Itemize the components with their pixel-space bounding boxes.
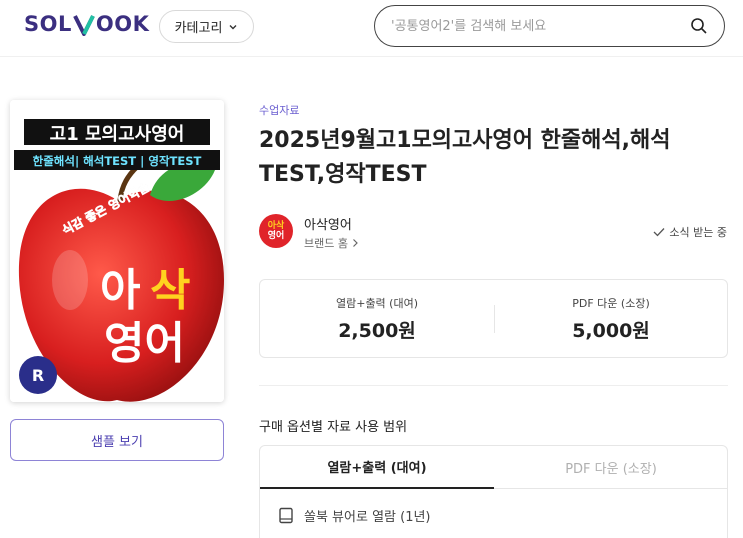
price-value: 5,000원 (572, 320, 650, 342)
top-header: SOL OOK 카테고리 (0, 0, 743, 54)
brand-avatar-line1: 아삭 (267, 221, 285, 231)
logo-text-left: SOL (24, 12, 72, 36)
cover-brand-b: 삭 (150, 265, 190, 316)
usage-range-title: 구매 옵션별 자료 사용 범위 (259, 420, 408, 435)
cover-title-line1: 고1 모의고사영어 (50, 124, 185, 145)
subscribe-label: 소식 받는 중 (669, 226, 727, 239)
price-options: 열람+출력 (대여) 2,500원 PDF 다운 (소장) 5,000원 (259, 279, 728, 358)
publisher-badge-letter: R (32, 366, 44, 385)
book-icon (279, 507, 293, 524)
logo-text-right: OOK (95, 12, 150, 36)
chevron-right-icon (353, 239, 358, 247)
cover-title-line2: 한줄해석| 해석TEST | 영작TEST (33, 154, 202, 168)
subscribe-toggle[interactable]: 소식 받는 중 (653, 224, 727, 240)
price-option-rental[interactable]: 열람+출력 (대여) 2,500원 (260, 280, 494, 359)
product-cover-image: 고1 모의고사영어 한줄해석| 해석TEST | 영작TEST 식감 좋은 영어… (10, 100, 224, 402)
tab-rental[interactable]: 열람+출력 (대여) (260, 446, 494, 489)
solbook-logo[interactable]: SOL OOK (24, 12, 149, 36)
price-label: PDF 다운 (소장) (572, 297, 650, 310)
price-label: 열람+출력 (대여) (335, 297, 419, 310)
product-category[interactable]: 수업자료 (259, 102, 299, 118)
cover-brand-line2: 영어 (104, 318, 185, 369)
search-icon[interactable] (690, 17, 708, 35)
usage-item-label: 쏠북 뷰어로 열람 (1년) (304, 510, 431, 525)
checkmark-icon (653, 228, 665, 237)
brand-avatar-line2: 영어 (267, 231, 285, 241)
product-title: 2025년9월고1모의고사영어 한줄해석,해석TEST,영작TEST (259, 128, 671, 187)
usage-item: 쏠북 뷰어로 열람 (1년) (278, 506, 431, 525)
section-divider (259, 385, 728, 386)
brand-home-label: 브랜드 홈 (304, 237, 348, 250)
cover-brand-a: 아 (100, 265, 140, 316)
price-option-download[interactable]: PDF 다운 (소장) 5,000원 (494, 280, 728, 359)
brand-home-link[interactable]: 브랜드 홈 (304, 235, 359, 251)
category-dropdown-button[interactable]: 카테고리 (159, 10, 254, 43)
chevron-down-icon (229, 24, 237, 29)
brand-name[interactable]: 아삭영어 (304, 214, 352, 233)
header-divider (0, 56, 743, 57)
tab-download[interactable]: PDF 다운 (소장) (494, 446, 727, 489)
search-bar (374, 5, 725, 47)
sample-view-button[interactable]: 샘플 보기 (10, 419, 224, 461)
category-label: 카테고리 (174, 21, 223, 36)
price-value: 2,500원 (338, 320, 416, 342)
logo-v-mark-icon (73, 15, 95, 36)
brand-avatar[interactable]: 아삭 영어 (259, 214, 293, 248)
search-input[interactable] (391, 18, 690, 34)
usage-tabs-panel: 열람+출력 (대여) PDF 다운 (소장) 쏠북 뷰어로 열람 (1년) (259, 445, 728, 538)
